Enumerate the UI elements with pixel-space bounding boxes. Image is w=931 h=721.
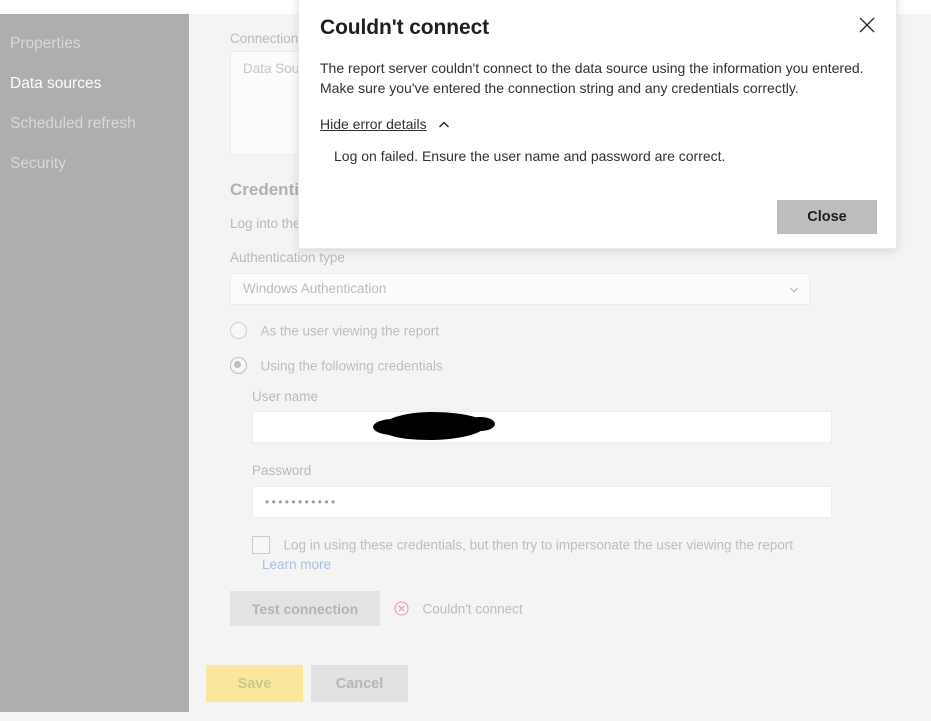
authentication-type-value: Windows Authentication (243, 281, 387, 296)
radio-using-following-credentials[interactable]: Using the following credentials (230, 357, 443, 375)
username-input[interactable] (252, 411, 832, 443)
dialog-title: Couldn't connect (320, 16, 490, 39)
hide-error-details-label: Hide error details (320, 116, 427, 132)
page-root: Properties Data sources Scheduled refres… (0, 0, 931, 721)
radio-as-user-viewing-report-label: As the user viewing the report (260, 323, 440, 339)
authentication-type-select[interactable]: Windows Authentication (230, 273, 810, 305)
sidebar-item-security[interactable]: Security (0, 144, 189, 184)
dialog-close-button[interactable]: Close (777, 200, 877, 234)
password-label: Password (252, 463, 312, 478)
learn-more-link[interactable]: Learn more (262, 557, 331, 572)
sidebar-item-data-sources[interactable]: Data sources (0, 64, 189, 104)
save-button[interactable]: Save (206, 665, 303, 702)
password-input[interactable]: ••••••••••• (252, 486, 832, 518)
radio-using-following-credentials-label: Using the following credentials (260, 358, 443, 374)
couldnt-connect-dialog: Couldn't connect The report server could… (298, 0, 897, 249)
radio-as-user-viewing-report[interactable]: As the user viewing the report (230, 322, 439, 340)
cancel-button[interactable]: Cancel (311, 665, 408, 702)
authentication-type-label: Authentication type (230, 250, 345, 265)
test-connection-status: Couldn't connect (394, 600, 523, 618)
chevron-down-icon (789, 285, 799, 295)
close-icon[interactable] (855, 13, 879, 37)
test-connection-status-text: Couldn't connect (422, 601, 523, 617)
hide-error-details-toggle[interactable]: Hide error details (320, 116, 450, 132)
checkbox-unchecked-icon (252, 536, 270, 554)
password-masked-value: ••••••••••• (265, 495, 338, 509)
impersonate-checkbox-row[interactable]: Log in using these credentials, but then… (252, 536, 793, 554)
radio-circle-icon (230, 322, 247, 340)
sidebar: Properties Data sources Scheduled refres… (0, 14, 189, 712)
impersonate-checkbox-label: Log in using these credentials, but then… (283, 537, 793, 553)
test-connection-button[interactable]: Test connection (230, 591, 380, 626)
error-detail-text: Log on failed. Ensure the user name and … (334, 148, 726, 164)
sidebar-item-properties[interactable]: Properties (0, 24, 189, 64)
username-label: User name (252, 389, 319, 404)
dialog-body-text: The report server couldn't connect to th… (320, 60, 864, 96)
sidebar-item-scheduled-refresh[interactable]: Scheduled refresh (0, 104, 189, 144)
chevron-up-icon (438, 120, 450, 130)
radio-circle-selected-icon (230, 357, 247, 375)
error-circle-icon (394, 601, 409, 616)
